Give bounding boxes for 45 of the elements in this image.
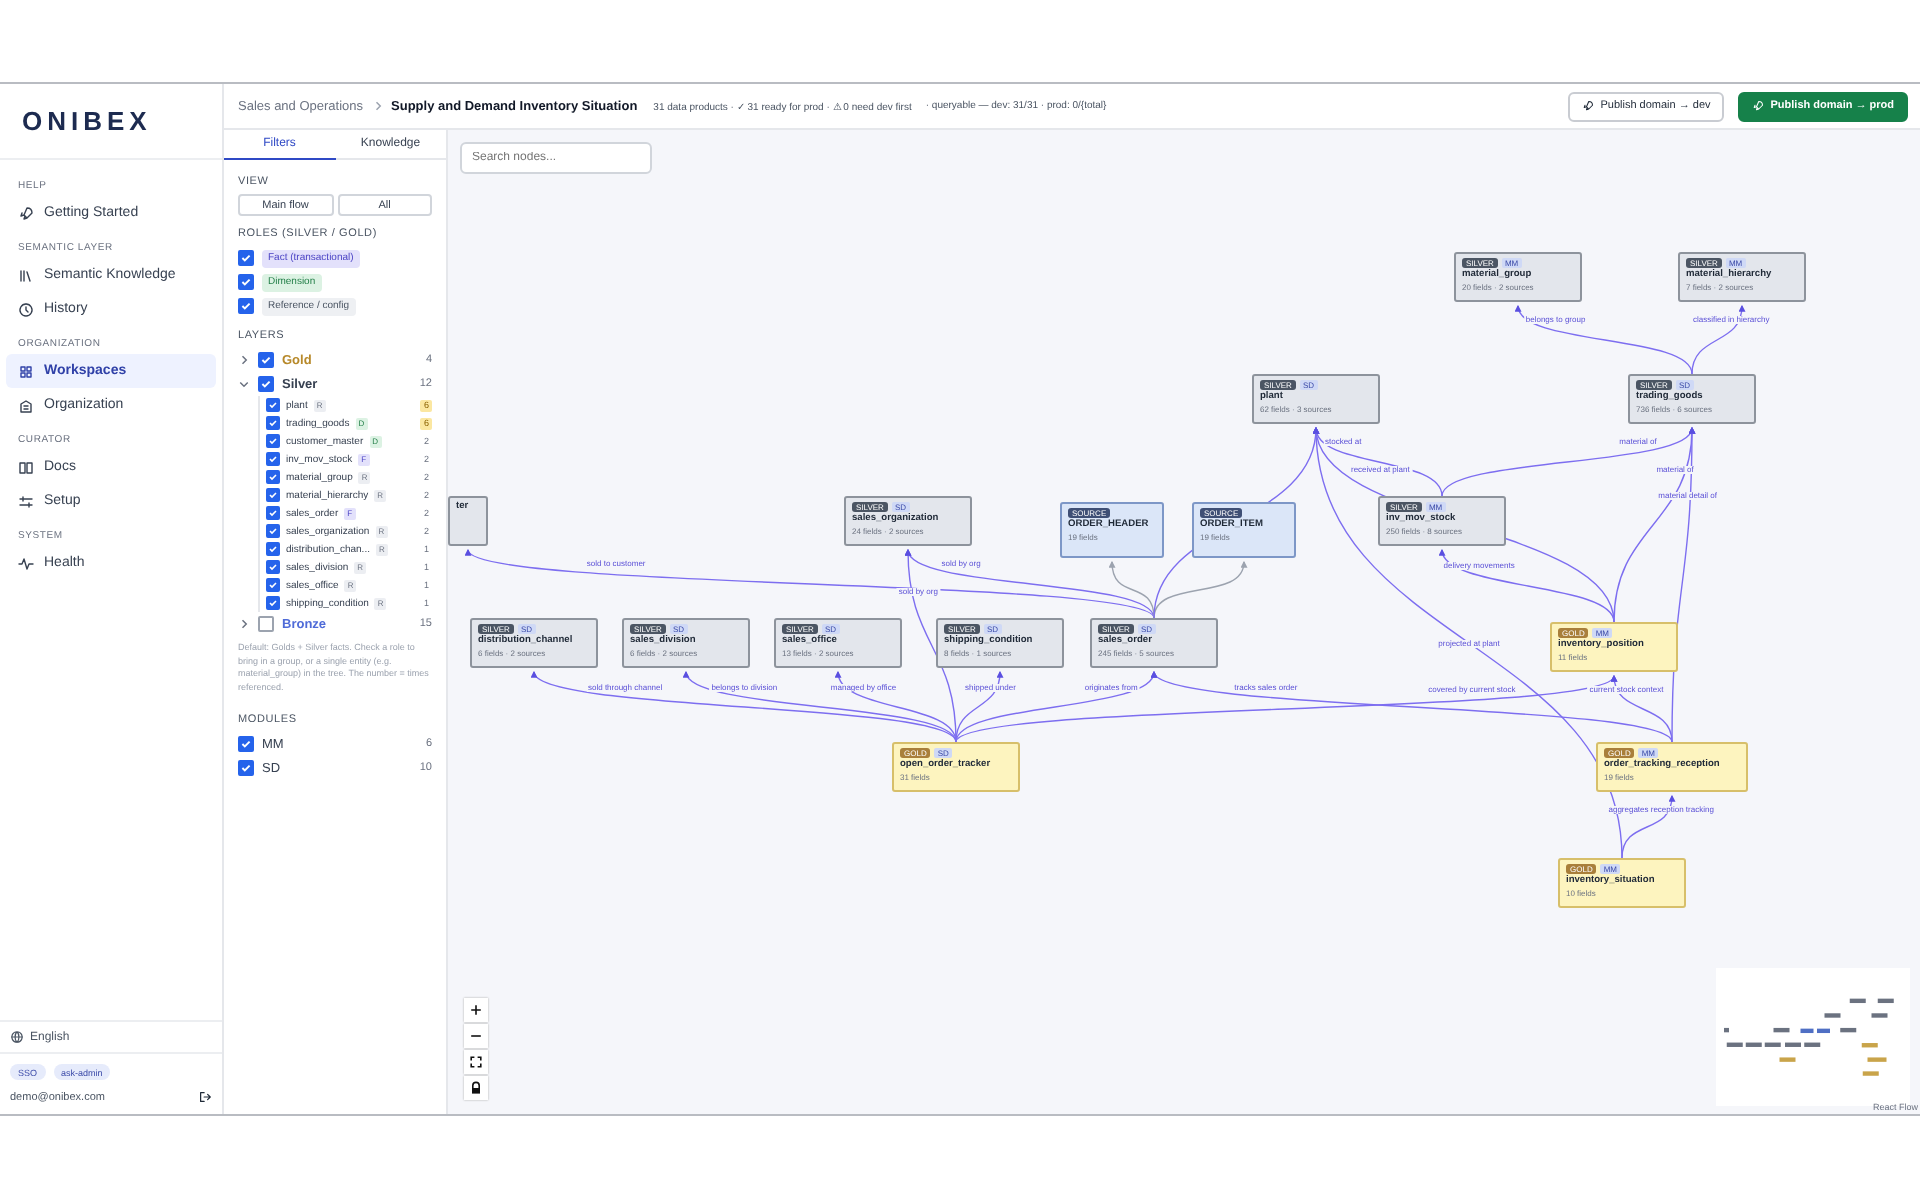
library-icon (18, 267, 34, 283)
chevron-icon[interactable] (238, 378, 250, 390)
grid-icon (18, 363, 34, 379)
checkbox[interactable] (258, 376, 274, 392)
rocket-icon (1582, 100, 1595, 112)
checkbox[interactable] (266, 416, 280, 430)
lock-icon (468, 1080, 484, 1096)
fit-view-button[interactable] (464, 1050, 488, 1074)
checkbox[interactable] (238, 274, 254, 290)
rocket-icon (18, 205, 34, 221)
checkbox[interactable] (266, 452, 280, 466)
minimap-drawing[interactable] (1716, 968, 1910, 1106)
checkbox[interactable] (266, 434, 280, 448)
globe-icon (10, 1030, 24, 1044)
checkbox[interactable] (266, 488, 280, 502)
checkbox[interactable] (238, 250, 254, 266)
fit-view-icon (468, 1054, 484, 1070)
lock-button[interactable] (464, 1076, 488, 1100)
chevron-icon (371, 100, 384, 112)
zoom-out-button[interactable] (464, 1024, 488, 1048)
chevron-icon[interactable] (238, 354, 250, 366)
checkbox[interactable] (258, 352, 274, 368)
checkbox[interactable] (238, 298, 254, 314)
clock-icon (18, 301, 34, 317)
pulse-icon (18, 555, 34, 571)
checkbox[interactable] (266, 560, 280, 574)
checkbox[interactable] (266, 470, 280, 484)
building-icon (18, 397, 34, 413)
checkbox[interactable] (266, 596, 280, 610)
checkbox[interactable] (266, 506, 280, 520)
checkbox[interactable] (266, 524, 280, 538)
checkbox[interactable] (238, 736, 254, 753)
zoom-in-button[interactable] (464, 998, 488, 1022)
checkbox[interactable] (266, 578, 280, 592)
logout-icon[interactable] (198, 1090, 212, 1104)
sliders-icon (18, 493, 34, 509)
chevron-icon[interactable] (238, 618, 250, 630)
checkbox[interactable] (266, 542, 280, 556)
rocket-icon (1752, 100, 1765, 112)
checkbox[interactable] (266, 398, 280, 412)
logo: ONIBEX (22, 106, 152, 136)
checkbox[interactable] (238, 760, 254, 777)
book-icon (18, 459, 34, 475)
checkbox[interactable] (258, 616, 274, 632)
plus-icon (468, 1002, 484, 1018)
